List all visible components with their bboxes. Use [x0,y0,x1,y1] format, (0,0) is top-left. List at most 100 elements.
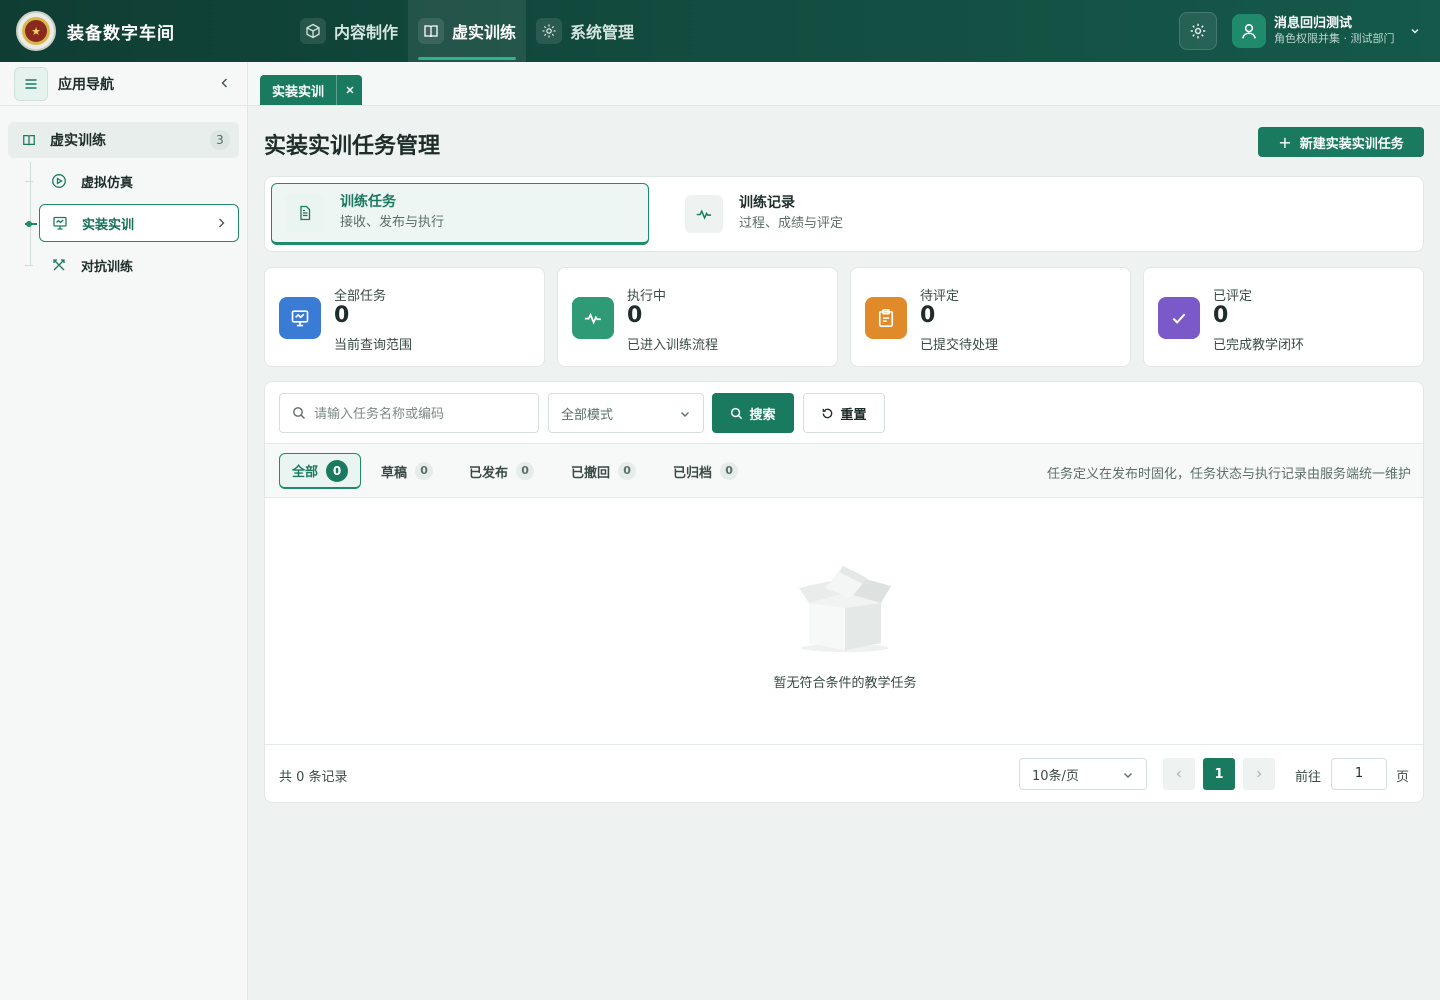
check-icon [1158,297,1200,339]
topnav-virtual-training[interactable]: 虚实训练 [408,0,527,62]
top-nav: 内容制作 虚实训练 系统管理 [290,0,644,62]
pagination-bar: 共 0 条记录 10条/页 1 前往 1 页 [265,744,1423,802]
tabs-bar: 实装实训 [248,62,1440,106]
filter-count: 0 [326,459,349,482]
sidebar-item-label: 对抗训练 [81,259,134,275]
chevron-left-icon [1176,770,1181,778]
tab-physical-training[interactable]: 实装实训 [260,75,363,105]
user-role: 角色权限并集 · 测试部门 [1274,32,1395,45]
tree-connector [25,265,33,266]
document-icon [286,194,324,232]
tree-node-dot [26,221,32,227]
monitor-icon [53,216,67,230]
stat-card-pending-evaluation: 待评定 0 已提交待处理 [850,267,1131,367]
activity-icon [685,195,723,233]
filter-label: 草稿 [381,465,408,481]
chevron-down-icon [681,412,689,417]
sidebar-item-label: 虚拟仿真 [81,175,134,191]
gear-icon [536,18,563,44]
next-page-button[interactable] [1243,758,1275,790]
stat-label: 执行中 [627,289,667,304]
mode-switcher: 训练任务 接收、发布与执行 训练记录 过程、成绩与评定 [264,176,1424,252]
total-count: 共 0 条记录 [279,770,348,785]
mode-training-tasks[interactable]: 训练任务 接收、发布与执行 [271,183,649,245]
stat-desc: 已提交待处理 [920,338,999,353]
menu-icon [25,78,37,89]
mode-desc: 接收、发布与执行 [340,215,445,230]
empty-box-icon [799,566,891,652]
page-size-select[interactable]: 10条/页 [1019,758,1147,790]
swords-icon [53,259,65,271]
stat-label: 待评定 [920,289,960,304]
filter-tab-withdrawn[interactable]: 已撤回 0 [559,453,648,489]
refresh-icon [821,407,834,420]
mode-select-value: 全部模式 [561,407,614,423]
book-icon [23,135,35,146]
chevron-right-icon [1257,770,1262,778]
sidebar: 应用导航 虚实训练 3 虚拟仿真 实装实训 对抗训练 [0,62,248,1000]
chevron-left-icon[interactable] [218,76,232,90]
filter-tab-published[interactable]: 已发布 0 [457,453,546,489]
stat-label: 已评定 [1213,289,1253,304]
stat-desc: 已进入训练流程 [627,338,719,353]
goto-label: 前往 [1295,770,1322,785]
status-filter-bar: 全部 0 草稿 0 已发布 0 已撤回 0 已归档 0 任务定义在发布时固化，任… [265,443,1423,498]
mode-label: 训练任务 [340,194,396,210]
filter-label: 已发布 [469,465,509,481]
stat-card-evaluated: 已评定 0 已完成教学闭环 [1143,267,1424,367]
avatar [1232,14,1266,48]
chevron-right-icon [219,218,225,228]
search-icon [730,407,743,420]
stat-desc: 当前查询范围 [334,338,413,353]
sidebar-item-physical-training[interactable]: 实装实训 [39,204,239,242]
topnav-system-management[interactable]: 系统管理 [526,0,644,62]
search-icon [293,407,305,419]
app-title: 装备数字车间 [67,24,175,44]
page-number-button[interactable]: 1 [1203,758,1235,790]
close-tab-button[interactable] [336,75,362,105]
user-name: 消息回归测试 [1274,16,1353,31]
sidebar-header: 应用导航 [0,62,247,106]
page-title: 实装实训任务管理 [264,134,441,159]
prev-page-button[interactable] [1163,758,1195,790]
topnav-label: 系统管理 [570,23,635,42]
topnav-content-creation[interactable]: 内容制作 [290,0,408,62]
search-input[interactable] [314,405,534,421]
search-button[interactable]: 搜索 [712,393,794,433]
book-icon [418,18,445,44]
filter-label: 全部 [292,465,319,480]
filter-tab-all[interactable]: 全部 0 [279,453,362,489]
settings-button[interactable] [1179,12,1217,50]
user-icon [1242,24,1256,39]
sidebar-item-virtual-simulation[interactable]: 虚拟仿真 [39,162,239,200]
sidebar-group-virtual-training[interactable]: 虚实训练 3 [8,122,239,158]
plus-icon: + [1278,132,1292,152]
empty-state: 暂无符合条件的教学任务 [265,498,1423,744]
menu-toggle-button[interactable] [14,66,48,101]
user-menu[interactable]: 消息回归测试 角色权限并集 · 测试部门 [1232,12,1421,50]
goto-page-input[interactable]: 1 [1331,758,1387,790]
filter-tab-archived[interactable]: 已归档 0 [661,453,750,489]
logo: ★ [16,11,56,51]
filter-tab-draft[interactable]: 草稿 0 [369,453,445,489]
topnav-label: 虚实训练 [452,23,517,42]
sidebar-group-count: 3 [210,130,230,150]
filter-label: 已归档 [673,465,713,481]
activity-icon [572,297,614,339]
chevron-down-icon [1410,28,1419,34]
filter-label: 已撤回 [571,465,611,481]
sidebar-item-label: 实装实训 [82,217,135,233]
new-task-button[interactable]: + 新建实装实训任务 [1258,127,1424,157]
tree-line [30,162,31,266]
stat-value: 0 [1213,303,1229,328]
task-list-panel: 全部模式 搜索 重置 全部 0 草稿 0 已发布 0 已撤回 0 已归档 0 任… [264,381,1424,803]
reset-button[interactable]: 重置 [803,393,885,433]
mode-label: 训练记录 [739,195,795,211]
clipboard-icon [865,297,907,339]
mode-training-records[interactable]: 训练记录 过程、成绩与评定 [671,183,1071,245]
sidebar-item-adversarial-training[interactable]: 对抗训练 [39,246,239,284]
mode-select[interactable]: 全部模式 [548,393,704,433]
search-button-label: 搜索 [749,407,776,423]
search-field[interactable] [279,393,539,433]
filter-count: 0 [720,462,739,480]
